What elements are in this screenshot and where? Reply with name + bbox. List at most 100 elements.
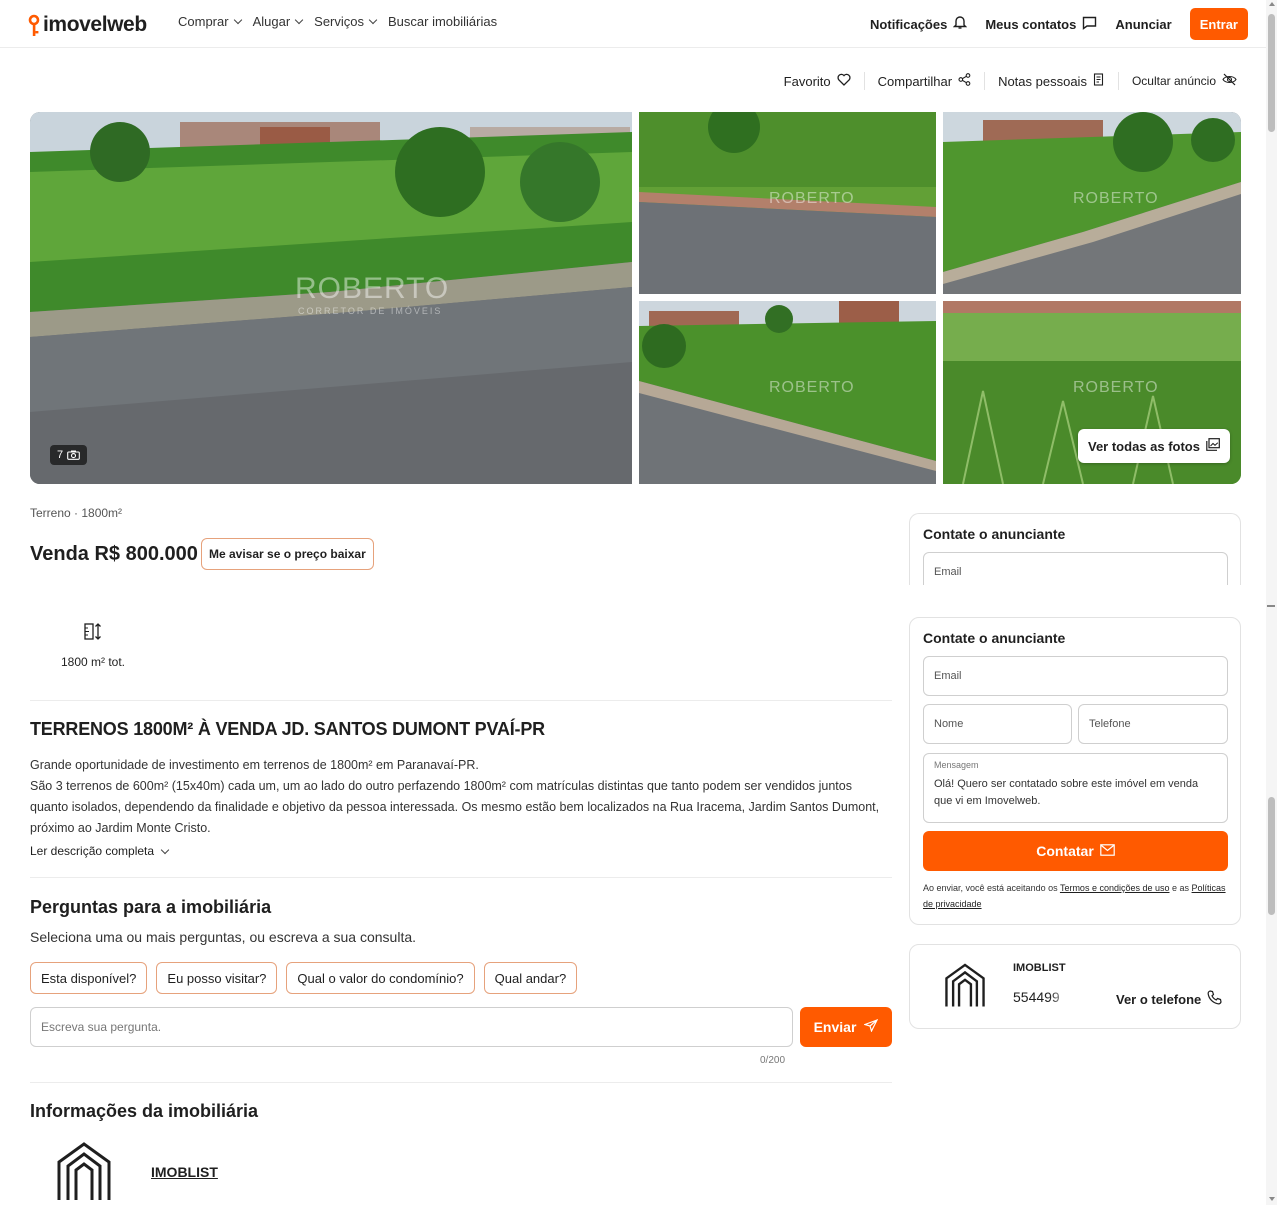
favorite-button[interactable]: Favorito — [771, 72, 865, 90]
gallery-photo-4[interactable]: ROBERTO — [639, 301, 936, 484]
contact-title: Contate o anunciante — [923, 630, 1066, 646]
main-nav: Comprar Alugar Serviços Buscar imobiliár… — [178, 14, 497, 29]
contacts-label: Meus contatos — [985, 16, 1077, 32]
agency-name-link[interactable]: IMOBLIST — [151, 1164, 218, 1180]
property-subtype: Terreno · 1800m² — [30, 506, 123, 520]
agent-name: IMOBLIST — [1013, 962, 1066, 974]
login-button[interactable]: Entrar — [1189, 8, 1248, 40]
nav-label: Alugar — [252, 14, 291, 29]
notifications-label: Notificações — [870, 16, 948, 32]
scrollbar-thumb-secondary[interactable] — [1268, 797, 1275, 915]
nav-comprar[interactable]: Comprar — [178, 14, 242, 29]
nav-alugar[interactable]: Alugar — [252, 14, 304, 29]
agency-logo-icon — [942, 962, 988, 1013]
photo-count-badge[interactable]: 7 — [50, 445, 88, 465]
location-pin-icon — [28, 14, 42, 36]
email-field[interactable]: Email — [923, 656, 1228, 696]
page-scrollbar[interactable] — [1266, 0, 1277, 1205]
read-full-description-link[interactable]: Ler descrição completa — [30, 844, 170, 858]
terms-link[interactable]: Termos e condições de uso — [1060, 883, 1170, 893]
agent-card: IMOBLIST 554499 Ver o telefone — [909, 944, 1241, 1029]
terms-prefix: Ao enviar, você está aceitando os — [923, 883, 1058, 893]
agent-phone-partial: 554499 — [1013, 989, 1060, 1005]
hide-label: Ocultar anúncio — [1131, 74, 1216, 88]
nav-label: Comprar — [178, 14, 229, 29]
nav-buscar-imobiliarias[interactable]: Buscar imobiliárias — [388, 14, 497, 29]
section-divider — [30, 700, 892, 701]
header-actions: Notificações Meus contatos Anunciar Entr… — [870, 8, 1248, 40]
chevron-down-icon — [294, 15, 304, 25]
gallery-photo-2[interactable]: ROBERTO — [639, 112, 936, 294]
heart-icon — [837, 73, 851, 89]
contact-card-sticky-clip: Contate o anunciante Email — [909, 513, 1241, 585]
bell-icon — [953, 15, 968, 33]
camera-icon — [67, 450, 80, 460]
nav-servicos[interactable]: Serviços — [314, 14, 378, 29]
chevron-down-icon — [160, 845, 170, 854]
chat-icon — [1082, 16, 1097, 33]
agency-logo-icon[interactable] — [54, 1140, 114, 1205]
watermark: ROBERTO — [1073, 379, 1159, 396]
message-label: Mensagem — [934, 760, 979, 770]
name-field[interactable]: Nome — [923, 704, 1072, 744]
share-label: Compartilhar — [877, 73, 953, 89]
logo-text: imovelweb — [43, 13, 147, 36]
announce-link[interactable]: Anunciar — [1115, 17, 1171, 32]
watermark-sub: CORRETOR DE IMÓVEIS — [298, 306, 443, 316]
agency-info-title: Informações da imobiliária — [30, 1101, 259, 1121]
question-chip[interactable]: Eu posso visitar? — [156, 962, 278, 994]
show-phone-button[interactable]: Ver o telefone — [1116, 990, 1222, 1008]
scroll-separator — [1267, 605, 1275, 607]
envelope-icon — [1099, 843, 1115, 859]
contact-title: Contate o anunciante — [923, 526, 1066, 542]
feature-total-area: 1800 m² tot. — [58, 622, 128, 669]
ruler-area-icon — [83, 623, 103, 646]
main-photo[interactable]: ROBERTO CORRETOR DE IMÓVEIS 7 — [30, 112, 632, 484]
contact-form-card: Contate o anunciante Email Nome Telefone… — [909, 617, 1241, 925]
phone-icon — [1207, 990, 1222, 1008]
contact-submit-button[interactable]: Contatar — [923, 831, 1228, 871]
phone-field[interactable]: Telefone — [1078, 704, 1228, 744]
character-counter: 0/200 — [760, 1055, 786, 1066]
gallery-icon — [1206, 438, 1220, 454]
favorite-label: Favorito — [783, 73, 831, 89]
see-all-photos-button[interactable]: Ver todas as fotos — [1078, 429, 1230, 463]
chevron-down-icon — [368, 15, 378, 25]
question-chips: Esta disponível? Eu posso visitar? Qual … — [30, 962, 578, 994]
hide-listing-button[interactable]: Ocultar anúncio — [1119, 72, 1237, 90]
watermark: ROBERTO — [295, 272, 450, 305]
scrollbar-thumb[interactable] — [1268, 14, 1275, 132]
message-field[interactable]: Mensagem Olá! Quero ser contatado sobre … — [923, 753, 1228, 823]
chevron-down-icon — [233, 15, 242, 25]
personal-notes-button[interactable]: Notas pessoais — [985, 72, 1119, 90]
terms-mid: e as — [1172, 883, 1190, 893]
questions-subtitle: Seleciona uma ou mais perguntas, ou escr… — [30, 929, 417, 945]
question-chip[interactable]: Qual o valor do condomínio? — [286, 962, 475, 994]
scroll-up-arrow-icon[interactable] — [1269, 2, 1275, 6]
send-question-button[interactable]: Enviar — [800, 1007, 892, 1047]
notifications-link[interactable]: Notificações — [870, 15, 968, 33]
listing-price: Venda R$ 800.000 — [30, 543, 198, 565]
photo-count: 7 — [57, 449, 64, 461]
price-alert-button[interactable]: Me avisar se o preço baixar — [201, 538, 374, 570]
scroll-down-arrow-icon[interactable] — [1269, 1197, 1275, 1201]
note-icon — [1093, 73, 1105, 89]
question-chip[interactable]: Esta disponível? — [30, 962, 148, 994]
question-input[interactable]: Escreva sua pergunta. — [30, 1007, 793, 1047]
nav-label: Serviços — [314, 14, 365, 29]
submit-label: Contatar — [1036, 843, 1094, 859]
send-icon — [863, 1018, 879, 1035]
question-chip[interactable]: Qual andar? — [483, 962, 578, 994]
email-field[interactable]: Email — [923, 552, 1228, 585]
listing-description: Grande oportunidade de investimento em t… — [30, 755, 892, 839]
my-contacts-link[interactable]: Meus contatos — [985, 16, 1097, 33]
show-phone-label: Ver o telefone — [1116, 991, 1202, 1007]
questions-title: Perguntas para a imobiliária — [30, 897, 272, 917]
section-divider — [30, 1082, 892, 1083]
share-button[interactable]: Compartilhar — [865, 72, 986, 90]
gallery-photo-3[interactable]: ROBERTO — [943, 112, 1241, 294]
see-all-label: Ver todas as fotos — [1088, 438, 1200, 454]
eye-off-icon — [1222, 73, 1237, 89]
imovelweb-logo[interactable]: imovelweb — [28, 6, 147, 36]
notes-label: Notas pessoais — [998, 73, 1087, 89]
